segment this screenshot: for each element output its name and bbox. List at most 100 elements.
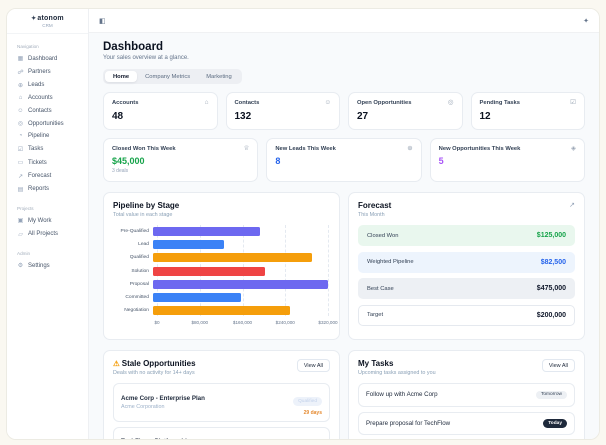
bar-proposal[interactable] [153, 279, 328, 289]
sidebar-toggle-icon[interactable]: ◧ [99, 17, 106, 25]
forecast-row-weighted-pipeline: Weighted Pipeline $82,500 [358, 251, 575, 273]
list-item[interactable]: TechFlow - Platform LicenseTechFlow Solu… [113, 426, 330, 439]
page-subtitle: Your sales overview at a glance. [103, 55, 189, 61]
kpi-card-pending-tasks[interactable]: Pending Tasks ☑ 12 [470, 92, 585, 130]
logo-subtext: CRM [42, 23, 53, 28]
sidebar-item-label: Pipeline [28, 133, 50, 140]
view-all-button[interactable]: View All [541, 359, 575, 372]
company-name: Acme Corporation [121, 404, 165, 410]
sidebar-item-contacts[interactable]: ☺ Contacts [7, 105, 88, 117]
person-plus-icon: ⊕ [407, 144, 413, 152]
tab-home[interactable]: Home [105, 71, 138, 82]
pipeline-chart-panel: Pipeline by Stage Total value in each st… [103, 192, 340, 340]
bar-negotiation[interactable] [153, 306, 290, 316]
kpi-label: Pending Tasks [479, 100, 520, 106]
sidebar-item-settings[interactable]: ⚙ Settings [7, 259, 88, 272]
card-label: Closed Won This Week [112, 145, 176, 152]
sidebar-item-partners[interactable]: ☍ Partners [7, 65, 88, 78]
opportunity-name: Acme Corp - Enterprise Plan [121, 394, 205, 402]
bar-qualified[interactable] [153, 253, 312, 263]
sidebar-item-label: Dashboard [28, 55, 58, 62]
kpi-card-accounts[interactable]: Accounts ⌂ 48 [103, 92, 218, 130]
sidebar-nav: Navigation ▦ Dashboard ☍ Partners ⊕ Leads ⌂… [7, 34, 88, 272]
forecast-title: Forecast [358, 201, 392, 210]
sparkle-icon[interactable]: ✦ [583, 17, 589, 25]
dashboard-content: Dashboard Your sales overview at a glanc… [89, 33, 599, 439]
kpi-value: 27 [357, 110, 369, 122]
x-axis-tick: $160,000 [232, 320, 253, 326]
forecast-icon: ↗ [17, 173, 24, 180]
bar-committed[interactable] [153, 293, 241, 303]
card-new-opportunities-week[interactable]: New Opportunities This Week ◈ 5 [429, 137, 585, 182]
sidebar-item-all-projects[interactable]: ▱ All Projects [7, 228, 88, 241]
stage-badge: Qualified [293, 397, 322, 406]
sidebar-item-tasks[interactable]: ☑ Tasks [7, 143, 88, 156]
tab-company-metrics[interactable]: Company Metrics [137, 71, 198, 82]
bar-lead[interactable] [153, 240, 225, 250]
y-axis-label: Committed [125, 295, 149, 301]
sidebar-item-leads[interactable]: ⊕ Leads [7, 79, 88, 92]
forecast-row-closed-won: Closed Won $125,000 [358, 225, 575, 246]
kpi-card-open-opportunities[interactable]: Open Opportunities ◎ 27 [348, 92, 463, 130]
list-item[interactable]: Follow up with Acme Corp Tomorrow [358, 383, 575, 407]
sidebar-item-label: Tickets [28, 159, 47, 166]
kpi-value: 12 [479, 110, 491, 122]
sidebar-item-my-work[interactable]: ▣ My Work [7, 214, 88, 227]
sidebar-item-opportunities[interactable]: ◎ Opportunities [7, 117, 88, 130]
forecast-value: $82,500 [540, 258, 566, 266]
bar-pre-qualified[interactable] [153, 227, 260, 237]
card-value: 8 [275, 156, 281, 166]
bar-chart: Pre-Qualified Lead Qualified Solution Pr… [113, 225, 338, 327]
weekly-row: Closed Won This Week ♕ $45,000 3 deals Ne… [103, 137, 585, 182]
kpi-value: 48 [112, 110, 124, 122]
forecast-label: Weighted Pipeline [367, 259, 414, 265]
forecast-rows: Closed Won $125,000 Weighted Pipeline $82,… [358, 225, 575, 326]
bar-solution[interactable] [153, 266, 266, 276]
card-closed-won-week[interactable]: Closed Won This Week ♕ $45,000 3 deals [103, 137, 259, 182]
opportunities-icon: ◎ [17, 121, 24, 128]
sidebar-item-dashboard[interactable]: ▦ Dashboard [7, 52, 88, 65]
card-subtext: 3 deals [112, 168, 129, 174]
chart-row: Pre-Qualified [113, 225, 330, 238]
forecast-label: Best Case [367, 285, 394, 292]
list-item[interactable]: Acme Corp - Enterprise Plan Acme Corporat… [113, 383, 330, 422]
diamond-icon: ◈ [570, 144, 576, 152]
reports-icon: ▤ [17, 186, 24, 193]
forecast-value: $200,000 [536, 311, 566, 319]
sidebar-item-label: All Projects [28, 231, 59, 238]
sidebar-item-reports[interactable]: ▤ Reports [7, 183, 88, 196]
stale-list: Acme Corp - Enterprise Plan Acme Corporat… [113, 383, 330, 439]
view-all-button[interactable]: View All [296, 359, 330, 372]
forecast-label: Closed Won [367, 232, 399, 239]
app-logo: ✦atonom CRM [7, 9, 88, 34]
kpi-label: Accounts [112, 100, 139, 106]
y-axis-label: Proposal [129, 281, 149, 287]
sidebar-item-tickets[interactable]: ▭ Tickets [7, 156, 88, 169]
kpi-card-contacts[interactable]: Contacts ☺ 132 [225, 92, 340, 130]
warning-icon: ⚠ [113, 359, 120, 368]
dashboard-tabs: Home Company Metrics Marketing [103, 69, 242, 84]
list-item[interactable]: Prepare proposal for TechFlow Today [358, 411, 575, 436]
chart-row: Committed [113, 291, 330, 304]
chart-subtitle: Total value in each stage [113, 212, 173, 218]
forecast-subtitle: This Month [358, 212, 385, 218]
card-value: $45,000 [112, 156, 145, 166]
logo-text: atonom [37, 15, 64, 22]
sidebar-item-label: Reports [28, 186, 50, 193]
x-axis-tick: $0 [154, 320, 160, 326]
sidebar-item-pipeline[interactable]: ◔ Pipeline [7, 130, 88, 142]
sidebar-item-forecast[interactable]: ↗ Forecast [7, 169, 88, 182]
gear-icon: ⚙ [17, 263, 24, 270]
folder-icon: ▱ [18, 231, 23, 238]
pipeline-icon: ◔ [18, 133, 23, 140]
x-axis-tick: $320,000 [318, 320, 338, 326]
card-label: New Leads This Week [275, 145, 336, 152]
sidebar-item-label: Settings [28, 262, 50, 269]
forecast-row-target: Target $200,000 [358, 304, 575, 326]
main-area: ◧ ✦ Dashboard Your sales overview at a g… [89, 9, 599, 439]
tab-marketing[interactable]: Marketing [198, 71, 239, 82]
card-new-leads-week[interactable]: New Leads This Week ⊕ 8 [266, 137, 422, 182]
sidebar-item-accounts[interactable]: ⌂ Accounts [7, 92, 88, 104]
y-axis-label: Negotiation [124, 308, 149, 314]
sidebar-item-label: My Work [28, 217, 52, 224]
